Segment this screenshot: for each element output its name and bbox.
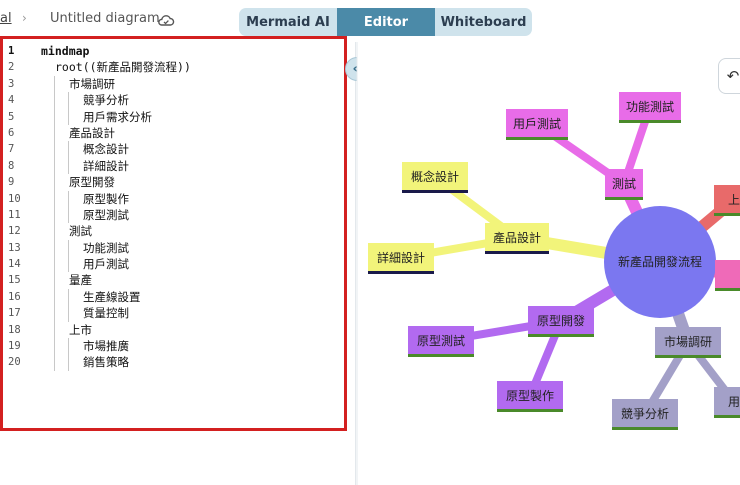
node-underline — [506, 137, 568, 140]
mindmap-diagram: 新產品開發流程 產品設計 概念設計詳細設計 測試 功能測試用戶測試原型開發原型製作 原型測… — [356, 42, 740, 485]
undo-icon: ↶ — [726, 67, 740, 85]
node-label-compete: 競爭分析 — [621, 406, 669, 421]
node-underline — [402, 190, 468, 193]
node-underline — [368, 271, 434, 274]
node-label-functest: 功能測試 — [626, 99, 674, 114]
node-label-usertest: 用戶測試 — [513, 116, 561, 131]
node-underline — [714, 415, 740, 418]
node-underline — [619, 120, 681, 123]
node-label-protomake: 原型製作 — [506, 389, 554, 403]
node-label-research: 市場調研 — [664, 334, 712, 349]
node-massprod — [715, 260, 740, 290]
node-label-launch: 上 — [728, 193, 740, 207]
node-underline — [528, 334, 594, 337]
node-underline — [715, 288, 740, 291]
node-underline — [605, 197, 643, 200]
node-label-prototest: 原型測試 — [417, 333, 465, 348]
node-label-design: 產品設計 — [493, 230, 541, 245]
node-label-detail: 詳細設計 — [377, 250, 425, 265]
node-label-proto: 原型開發 — [537, 313, 585, 328]
node-underline — [408, 354, 474, 357]
root-node-label: 新產品開發流程 — [618, 254, 702, 269]
node-underline — [655, 355, 721, 358]
undo-button[interactable]: ↶ — [718, 58, 740, 94]
node-label-test: 測試 — [612, 176, 636, 191]
node-label-userneed: 用 — [728, 395, 740, 409]
node-underline — [497, 409, 563, 412]
node-label-concept: 概念設計 — [411, 169, 459, 184]
node-underline — [714, 213, 740, 216]
node-underline — [612, 427, 678, 430]
node-underline — [485, 251, 549, 254]
